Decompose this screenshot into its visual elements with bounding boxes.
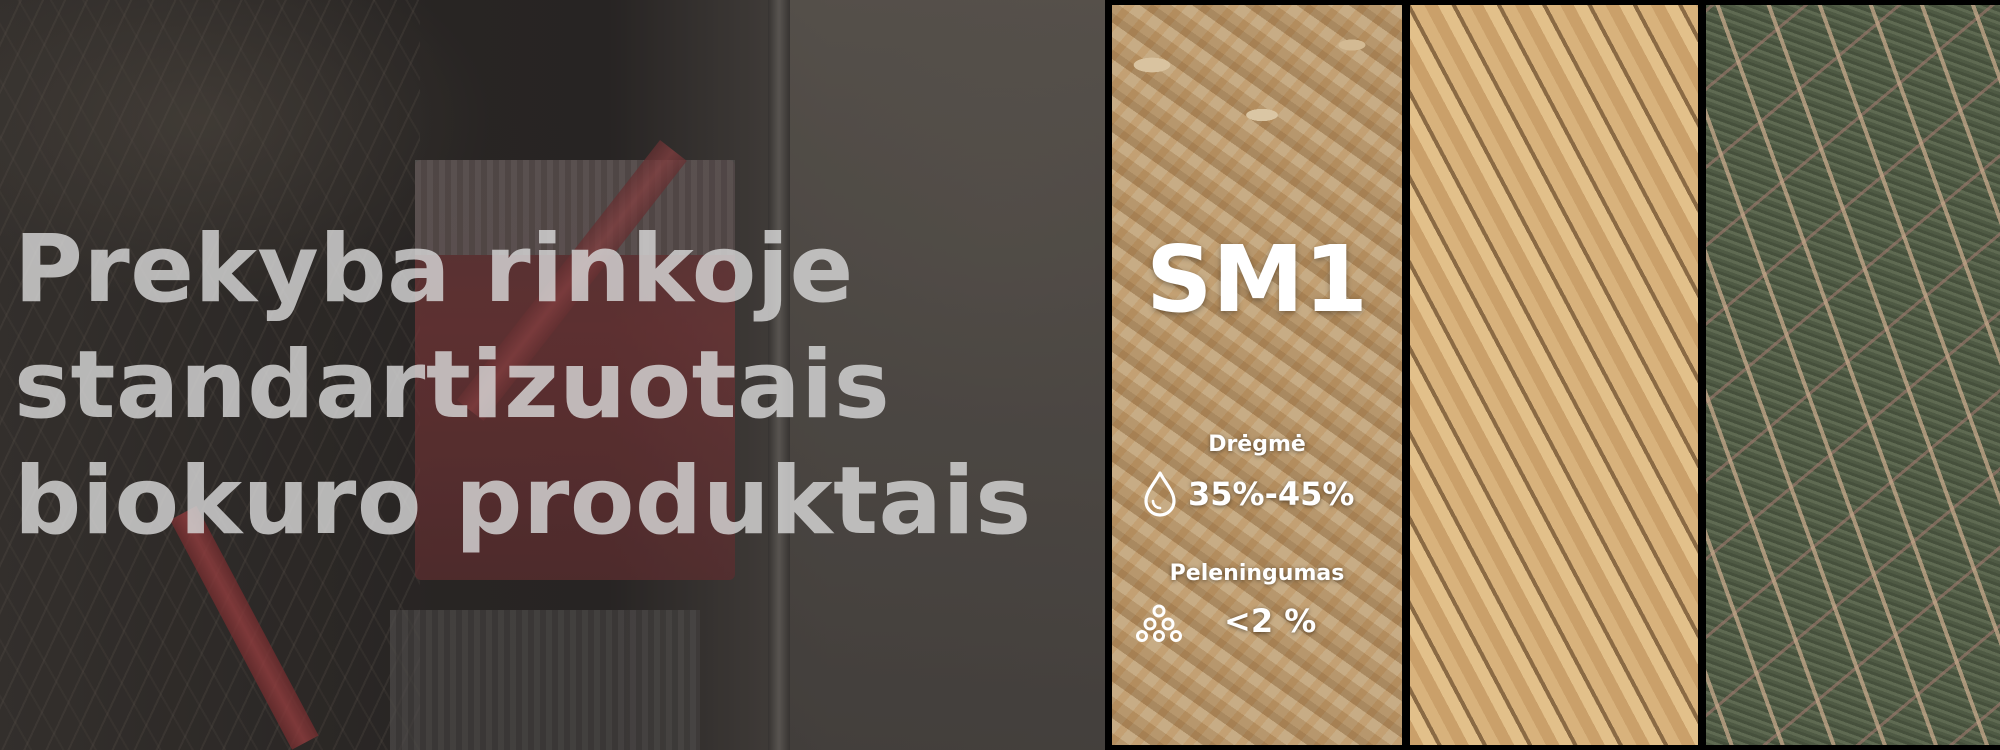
moisture-value: 35%-45% — [1188, 475, 1355, 513]
hero-headline-line-2: standartizuotais — [14, 331, 891, 440]
product-panel-forest-residue[interactable] — [1706, 5, 2000, 745]
product-code: SM1 — [1146, 226, 1368, 333]
hero-banner: Prekyba rinkoje standartizuotais biokuro… — [0, 0, 1105, 750]
product-panel-coarse-chips[interactable] — [1410, 5, 1698, 745]
ash-pile-icon — [1136, 604, 1182, 642]
ash-content-value: <2 % — [1224, 602, 1317, 640]
hero-headline: Prekyba rinkoje standartizuotais biokuro… — [14, 212, 1032, 560]
water-drop-icon — [1144, 471, 1176, 517]
product-panel-sm1-content: SM1 Drėgmė 35%-45% Peleningumas <2 % — [1112, 5, 1402, 745]
product-panel-sm1[interactable]: SM1 Drėgmė 35%-45% Peleningumas <2 % — [1112, 5, 1402, 745]
moisture-label: Drėgmė — [1208, 432, 1306, 457]
hero-headline-line-1: Prekyba rinkoje — [14, 215, 854, 324]
hero-headline-line-3: biokuro produktais — [14, 447, 1032, 556]
ash-content-label: Peleningumas — [1169, 561, 1345, 586]
